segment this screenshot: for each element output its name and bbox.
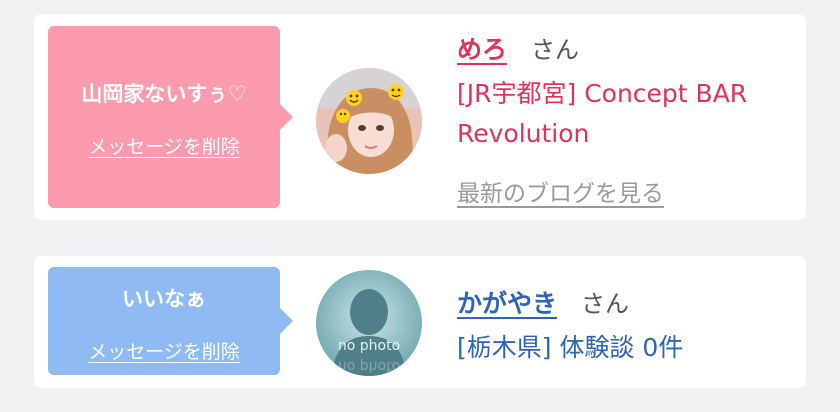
svg-text:no photo: no photo xyxy=(338,338,400,354)
honorific: さん xyxy=(531,36,580,64)
user-info: [栃木県] 体験談 0件 xyxy=(457,328,683,364)
prefecture: [栃木県] xyxy=(457,333,552,362)
avatar[interactable] xyxy=(316,68,422,174)
message-bubble: いいなぁ メッセージを削除 xyxy=(48,267,293,375)
latest-blog-link[interactable]: 最新のブログを見る xyxy=(457,174,664,208)
message-text: いいなぁ xyxy=(122,287,206,311)
review-count: 体験談 0件 xyxy=(559,333,684,362)
message-text: 山岡家ないすぅ♡ xyxy=(81,82,247,106)
no-photo-placeholder-icon: no photo no photo xyxy=(316,270,422,376)
svg-text:no photo: no photo xyxy=(338,358,400,374)
shop-name: [JR宇都宮] Concept BAR Revolution xyxy=(457,79,748,148)
delete-message-link[interactable]: メッセージを削除 xyxy=(48,132,280,159)
avatar[interactable]: no photo no photo xyxy=(316,270,422,376)
message-bubble: 山岡家ないすぅ♡ メッセージを削除 xyxy=(48,26,293,208)
user-name-link[interactable]: めろ xyxy=(457,35,507,64)
profile-photo xyxy=(316,68,422,174)
favorite-card: 山岡家ないすぅ♡ メッセージを削除 めろ さん [JR宇都宮] Concept … xyxy=(34,14,806,220)
delete-message-link[interactable]: メッセージを削除 xyxy=(48,337,280,364)
user-name-link[interactable]: かがやき xyxy=(457,289,557,318)
user-name-row: かがやき さん xyxy=(457,284,629,320)
user-name-row: めろ さん xyxy=(457,30,579,66)
honorific: さん xyxy=(581,290,630,318)
favorite-card: いいなぁ メッセージを削除 no photo no photo かがやき さん [… xyxy=(34,256,806,388)
